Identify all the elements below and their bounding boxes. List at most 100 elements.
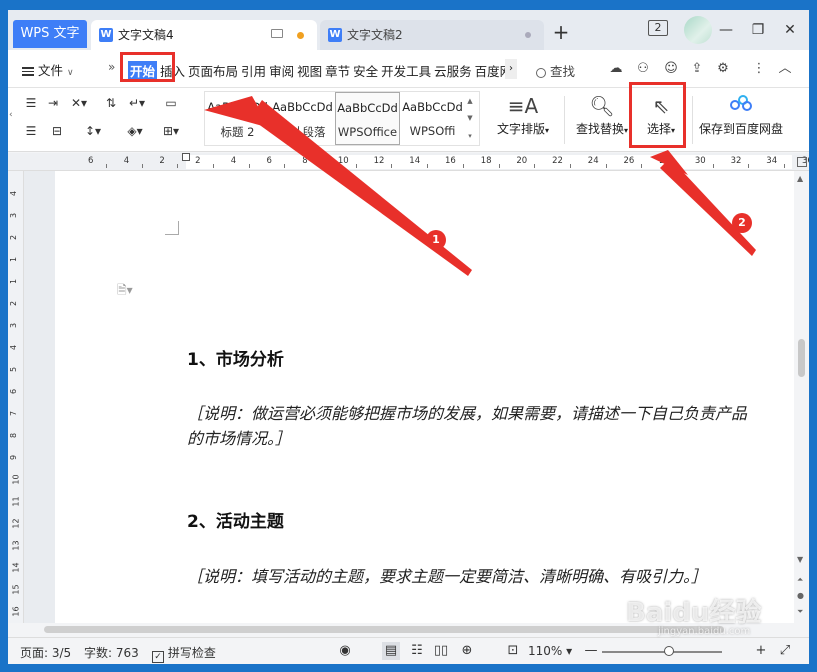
menu-scroll-right-icon[interactable]: › bbox=[505, 59, 517, 79]
ruler-tick bbox=[355, 164, 357, 168]
cloud-sync-icon[interactable]: ☁ bbox=[607, 60, 625, 78]
align-left-icon[interactable]: ☰ bbox=[20, 122, 42, 140]
menu-tab-security[interactable]: 安全 bbox=[353, 61, 378, 80]
note-market-line1[interactable]: ［说明：做运营必须能够把握市场的发展，如果需要，请描述一下自己负责产品 bbox=[187, 401, 794, 426]
line-spacing-icon[interactable]: ↕▾ bbox=[82, 122, 104, 140]
show-marks-icon[interactable]: ↵▾ bbox=[126, 94, 148, 112]
style-wpsoffice-1[interactable]: AaBbCcDd WPSOffice bbox=[335, 92, 400, 145]
ruler-tick-label: 18 bbox=[480, 156, 492, 166]
vruler-tick-label: 1 bbox=[9, 278, 19, 285]
paragraph-handle-icon[interactable]: 🗎▾ bbox=[117, 281, 133, 302]
scroll-up-icon[interactable]: ▲ bbox=[797, 174, 803, 183]
prev-page-icon[interactable]: ⏶ bbox=[797, 575, 803, 585]
monitor-icon[interactable] bbox=[271, 29, 283, 38]
maximize-button[interactable]: ❐ bbox=[746, 18, 770, 42]
minimize-button[interactable]: — bbox=[714, 18, 738, 42]
zoom-out-icon[interactable]: — bbox=[582, 642, 600, 660]
menu-tab-review[interactable]: 审阅 bbox=[269, 61, 294, 80]
more-left-icon[interactable]: » bbox=[108, 60, 115, 74]
scroll-down-icon[interactable]: ▼ bbox=[797, 555, 803, 564]
title-bar: WPS 文字 W 文字文稿4 W 文字文稿2 + 2 — ❐ ✕ bbox=[8, 10, 809, 50]
gallery-scroll[interactable]: ▲ ▼ ▾ bbox=[465, 92, 475, 145]
horizontal-scroll-thumb[interactable] bbox=[44, 626, 724, 633]
find-replace-button[interactable]: 🔍︎ 查找替换▾ bbox=[570, 92, 634, 137]
expand-icon[interactable]: ▾ bbox=[465, 132, 475, 140]
page-indicator[interactable]: 页面: 3/5 bbox=[20, 644, 71, 661]
note-activity-theme[interactable]: ［说明：填写活动的主题，要求主题一定要简洁、清晰明确、有吸引力。］ bbox=[187, 564, 794, 589]
note-market-line2[interactable]: 的市场情况。］ bbox=[187, 426, 794, 451]
ribbon-scroll-left-icon[interactable]: ‹ bbox=[9, 110, 19, 130]
word-doc-icon: W bbox=[99, 28, 113, 42]
vruler-tick-label: 3 bbox=[9, 212, 19, 219]
zoom-level[interactable]: 110% ▾ bbox=[528, 644, 572, 658]
menu-tab-references[interactable]: 引用 bbox=[241, 61, 266, 80]
collapse-ribbon-icon[interactable]: ︿ bbox=[776, 60, 794, 78]
menu-tab-layout[interactable]: 页面布局 bbox=[188, 61, 238, 80]
menu-tab-chapter[interactable]: 章节 bbox=[325, 61, 350, 80]
window-count-badge[interactable]: 2 bbox=[648, 20, 668, 36]
spellcheck-toggle[interactable]: ✓ 拼写检查 bbox=[152, 644, 216, 663]
menu-tab-developer[interactable]: 开发工具 bbox=[381, 61, 431, 80]
select-browse-icon[interactable]: ● bbox=[797, 591, 804, 600]
fit-page-icon[interactable]: ⊡ bbox=[504, 642, 522, 660]
fullscreen-icon[interactable]: ⤢ bbox=[776, 642, 794, 660]
vruler-tick-label: 12 bbox=[11, 518, 21, 529]
document-area[interactable]: 🗎▾ 1、市场分析 ［说明：做运营必须能够把握市场的发展，如果需要，请描述一下自… bbox=[24, 171, 794, 623]
border-icon[interactable]: ⊞▾ bbox=[160, 122, 182, 140]
more-options-icon[interactable]: ⋮ bbox=[750, 60, 768, 78]
style-heading2[interactable]: AaBbCcDd 标题 2 bbox=[205, 92, 270, 145]
close-button[interactable]: ✕ bbox=[778, 18, 802, 42]
text-layout-button[interactable]: ≡A 文字排版▾ bbox=[492, 92, 554, 137]
heading-activity-theme[interactable]: 2、活动主题 bbox=[187, 507, 284, 532]
save-to-baidu-button[interactable]: 保存到百度网盘 bbox=[694, 92, 788, 137]
document-page[interactable]: 🗎▾ 1、市场分析 ［说明：做运营必须能够把握市场的发展，如果需要，请描述一下自… bbox=[55, 171, 794, 623]
chevron-down-icon[interactable]: ▼ bbox=[465, 114, 475, 122]
tab-document-2[interactable]: W 文字文稿2 bbox=[320, 20, 544, 50]
eye-protection-icon[interactable]: ◉ bbox=[336, 642, 354, 660]
wps-home-button[interactable]: WPS 文字 bbox=[13, 20, 87, 48]
indent-icon[interactable]: ⇥ bbox=[42, 94, 64, 112]
menu-tab-view[interactable]: 视图 bbox=[297, 61, 322, 80]
tab-dot-icon[interactable] bbox=[525, 32, 531, 38]
vruler-tick-label: 3 bbox=[9, 322, 19, 329]
word-count[interactable]: 字数: 763 bbox=[84, 644, 139, 661]
vertical-scroll-thumb[interactable] bbox=[798, 339, 805, 377]
vertical-scrollbar[interactable]: ▲ ▼ ⏶ ● ⏷ bbox=[794, 171, 809, 623]
web-view-icon[interactable]: ⊕ bbox=[458, 642, 476, 660]
vruler-tick-label: 13 bbox=[11, 540, 21, 551]
horizontal-ruler[interactable]: 6422468101214161820222426283032343638 bbox=[8, 153, 809, 171]
file-menu[interactable]: 文件 ∨ bbox=[22, 60, 74, 79]
search-button[interactable]: 查找 bbox=[536, 61, 575, 80]
ruler-toggle-icon[interactable] bbox=[797, 157, 807, 167]
zoom-slider-track[interactable] bbox=[602, 651, 722, 653]
vertical-ruler[interactable]: 4 3 2 1 1 2 3 4 5 6 7 8 9 10 11 12 13 14 15 16 bbox=[8, 171, 24, 623]
list-format-icon[interactable]: ☰ bbox=[20, 94, 42, 112]
reading-view-icon[interactable]: ▯▯ bbox=[432, 642, 450, 660]
new-tab-button[interactable]: + bbox=[550, 22, 572, 44]
add-user-icon[interactable]: ⚇ bbox=[634, 60, 652, 78]
chevron-up-icon[interactable]: ▲ bbox=[465, 97, 475, 105]
chinese-layout-icon[interactable]: ✕▾ bbox=[68, 94, 90, 112]
menu-tab-cloud[interactable]: 云服务 bbox=[434, 61, 472, 80]
shading-icon[interactable]: ◈▾ bbox=[124, 122, 146, 140]
table-toolbar-icon[interactable]: ▭ bbox=[160, 94, 182, 112]
next-page-icon[interactable]: ⏷ bbox=[797, 607, 803, 617]
distributed-align-icon[interactable]: ⊟ bbox=[46, 122, 68, 140]
zoom-in-icon[interactable]: + bbox=[752, 642, 770, 660]
page-view-icon[interactable]: ▤ bbox=[382, 642, 400, 660]
comment-icon[interactable]: ☺ bbox=[662, 60, 680, 78]
share-icon[interactable]: ⇪ bbox=[688, 60, 706, 78]
unsaved-dot-icon[interactable] bbox=[297, 32, 304, 39]
ruler-tick bbox=[248, 164, 250, 168]
style-default-paragraph[interactable]: AaBbCcDd 默认段落 bbox=[270, 92, 335, 145]
style-wpsoffice-2[interactable]: AaBbCcDd WPSOffi bbox=[400, 92, 465, 145]
ruler-tick bbox=[212, 164, 214, 168]
indent-marker-icon[interactable] bbox=[182, 153, 190, 161]
tab-document-4[interactable]: W 文字文稿4 bbox=[91, 20, 317, 50]
sort-icon[interactable]: ⇅ bbox=[100, 94, 122, 112]
outline-view-icon[interactable]: ☷ bbox=[408, 642, 426, 660]
gear-icon[interactable]: ⚙ bbox=[714, 60, 732, 78]
zoom-slider-knob[interactable] bbox=[664, 646, 674, 656]
avatar[interactable] bbox=[684, 16, 712, 44]
heading-market-analysis[interactable]: 1、市场分析 bbox=[187, 345, 284, 370]
